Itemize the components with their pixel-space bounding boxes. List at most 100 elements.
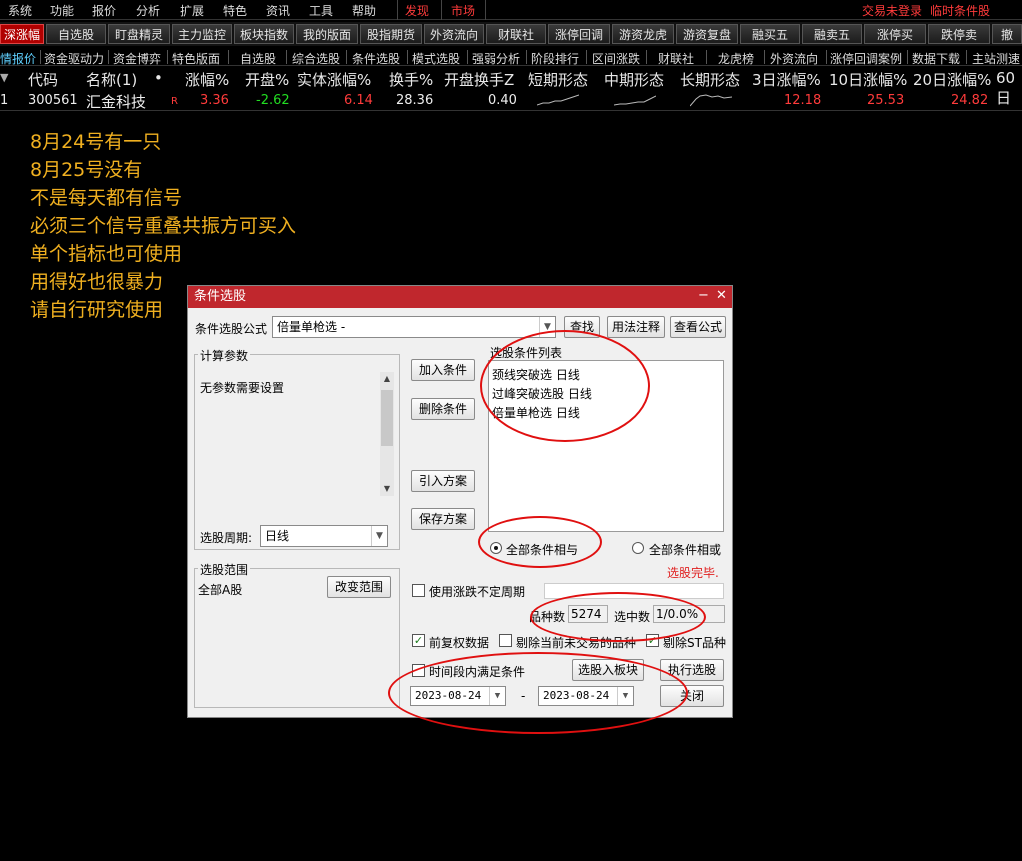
col-code[interactable]: 代码 <box>28 69 58 90</box>
scroll-down-icon[interactable]: ▼ <box>380 482 394 496</box>
radio-or[interactable] <box>632 542 644 554</box>
tab2-feature-layout[interactable]: 特色版面 <box>172 50 220 67</box>
sort-arrow-icon[interactable]: ▼ <box>0 71 8 84</box>
col-3d-pct[interactable]: 3日涨幅% <box>752 69 821 90</box>
col-name[interactable]: 名称(1) <box>86 69 137 90</box>
view-formula-button[interactable]: 查看公式 <box>670 316 726 338</box>
add-condition-button[interactable]: 加入条件 <box>411 359 475 381</box>
row-body-pct: 6.14 <box>344 93 373 108</box>
minimize-icon[interactable]: − <box>698 288 709 303</box>
tab-limitup-buy[interactable]: 涨停买 <box>864 24 926 44</box>
menu-system[interactable]: 系统 <box>8 2 32 19</box>
period-select[interactable]: 日线 ▼ <box>260 525 388 547</box>
period-label: 选股周期: <box>200 531 253 545</box>
menu-market[interactable]: 市场 <box>451 2 475 19</box>
row-10d-pct: 25.53 <box>867 93 905 108</box>
tab-margin-sell5[interactable]: 融卖五 <box>802 24 862 44</box>
tab-separator <box>407 50 408 64</box>
tab2-cls[interactable]: 财联社 <box>658 50 694 67</box>
chevron-down-icon[interactable]: ▼ <box>371 526 387 546</box>
tab-separator <box>706 50 707 64</box>
tab2-comprehensive[interactable]: 综合选股 <box>292 50 340 67</box>
col-turnover[interactable]: 换手% <box>389 69 433 90</box>
tab-sector-index[interactable]: 板块指数 <box>234 24 294 44</box>
tab-shenzhen-rise[interactable]: 深涨幅 <box>0 24 44 44</box>
tab2-watchlist[interactable]: 自选股 <box>240 50 276 67</box>
tab-cancel[interactable]: 撤 <box>992 24 1022 44</box>
formula-select[interactable]: 倍量单枪选 - ▼ <box>272 316 556 338</box>
close-icon[interactable]: ✕ <box>716 288 727 303</box>
note-line: 8月24号有一只 <box>30 131 162 153</box>
prerights-checkbox[interactable]: ✓ <box>412 634 425 647</box>
tab2-dragon-tiger[interactable]: 龙虎榜 <box>718 50 754 67</box>
mid-pattern-sparkline <box>614 95 656 106</box>
tab-limitdown-sell[interactable]: 跌停卖 <box>928 24 990 44</box>
tab2-quote[interactable]: 情报价 <box>0 50 36 67</box>
menu-discover[interactable]: 发现 <box>405 2 429 19</box>
scroll-thumb[interactable] <box>381 390 393 446</box>
col-body-pct[interactable]: 实体涨幅% <box>297 69 371 90</box>
tab2-foreign-flow[interactable]: 外资流向 <box>770 50 818 67</box>
menu-tools[interactable]: 工具 <box>309 2 333 19</box>
menu-quote[interactable]: 报价 <box>92 2 116 19</box>
col-10d-pct[interactable]: 10日涨幅% <box>829 69 907 90</box>
tab2-condition-select[interactable]: 条件选股 <box>352 50 400 67</box>
tab-hotmoney-dragon[interactable]: 游资龙虎 <box>612 24 674 44</box>
row-name: 汇金科技 <box>86 93 147 111</box>
table-row[interactable]: 1 300561 汇金科技 R 3.36 -2.62 6.14 28.36 0.… <box>0 91 1022 111</box>
col-short-pattern[interactable]: 短期形态 <box>528 69 588 90</box>
exclude-untraded-checkbox[interactable] <box>499 634 512 647</box>
delete-condition-button[interactable]: 删除条件 <box>411 398 475 420</box>
tab2-fund-game[interactable]: 资金博弈 <box>113 50 161 67</box>
tab-limitup-pullback[interactable]: 涨停回调 <box>548 24 610 44</box>
col-dot[interactable]: • <box>154 69 163 87</box>
params-scrollbar[interactable]: ▲ ▼ <box>380 372 394 496</box>
temp-condition-stock-link[interactable]: 临时条件股 <box>930 2 990 19</box>
tab-watchlist[interactable]: 自选股 <box>46 24 106 44</box>
menu-extend[interactable]: 扩展 <box>180 2 204 19</box>
save-scheme-button[interactable]: 保存方案 <box>411 508 475 530</box>
tab-margin-buy5[interactable]: 融买五 <box>740 24 800 44</box>
change-range-button[interactable]: 改变范围 <box>327 576 391 598</box>
tab2-limitup-cases[interactable]: 涨停回调案例 <box>830 50 902 67</box>
params-title: 计算参数 <box>198 347 251 364</box>
tab-index-futures[interactable]: 股指期货 <box>360 24 422 44</box>
usage-notes-button[interactable]: 用法注释 <box>607 316 665 338</box>
unfixed-period-checkbox[interactable] <box>412 584 425 597</box>
col-long-pattern[interactable]: 长期形态 <box>680 69 740 90</box>
prerights-label[interactable]: 前复权数据 <box>429 634 489 651</box>
annotation-circle <box>478 516 602 568</box>
tab-cls[interactable]: 财联社 <box>486 24 546 44</box>
tab-monitor-genie[interactable]: 盯盘精灵 <box>108 24 170 44</box>
tab2-strength[interactable]: 强弱分析 <box>472 50 520 67</box>
scroll-up-icon[interactable]: ▲ <box>380 372 394 386</box>
dialog-title[interactable]: 条件选股 <box>188 286 732 308</box>
col-mid-pattern[interactable]: 中期形态 <box>604 69 664 90</box>
menu-function[interactable]: 功能 <box>50 2 74 19</box>
range-value: 全部A股 <box>198 583 243 597</box>
import-scheme-button[interactable]: 引入方案 <box>411 470 475 492</box>
tab2-data-download[interactable]: 数据下载 <box>912 50 960 67</box>
col-change-pct[interactable]: 涨幅% <box>185 69 229 90</box>
col-open-pct[interactable]: 开盘% <box>245 69 289 90</box>
tab-main-force[interactable]: 主力监控 <box>172 24 232 44</box>
tab-my-layout[interactable]: 我的版面 <box>296 24 358 44</box>
tab-foreign-flow[interactable]: 外资流向 <box>424 24 484 44</box>
menu-help[interactable]: 帮助 <box>352 2 376 19</box>
unfixed-period-label[interactable]: 使用涨跌不定周期 <box>429 583 525 600</box>
tab-hotmoney-review[interactable]: 游资复盘 <box>676 24 738 44</box>
menu-info[interactable]: 资讯 <box>266 2 290 19</box>
tab-separator <box>346 50 347 64</box>
radio-or-label[interactable]: 全部条件相或 <box>649 541 721 558</box>
params-text: 无参数需要设置 <box>200 381 285 395</box>
tab2-mode-select[interactable]: 模式选股 <box>412 50 460 67</box>
login-status[interactable]: 交易未登录 <box>862 2 922 19</box>
menu-analysis[interactable]: 分析 <box>136 2 160 19</box>
tab2-stage-rank[interactable]: 阶段排行 <box>531 50 579 67</box>
col-open-turnover[interactable]: 开盘换手Z <box>444 69 514 90</box>
tab2-server-speed[interactable]: 主站测速 <box>972 50 1020 67</box>
col-20d-pct[interactable]: 20日涨幅% <box>913 69 991 90</box>
tab2-fund-drive[interactable]: 资金驱动力 <box>44 50 104 67</box>
tab2-range-change[interactable]: 区间涨跌 <box>592 50 640 67</box>
menu-feature[interactable]: 特色 <box>223 2 247 19</box>
